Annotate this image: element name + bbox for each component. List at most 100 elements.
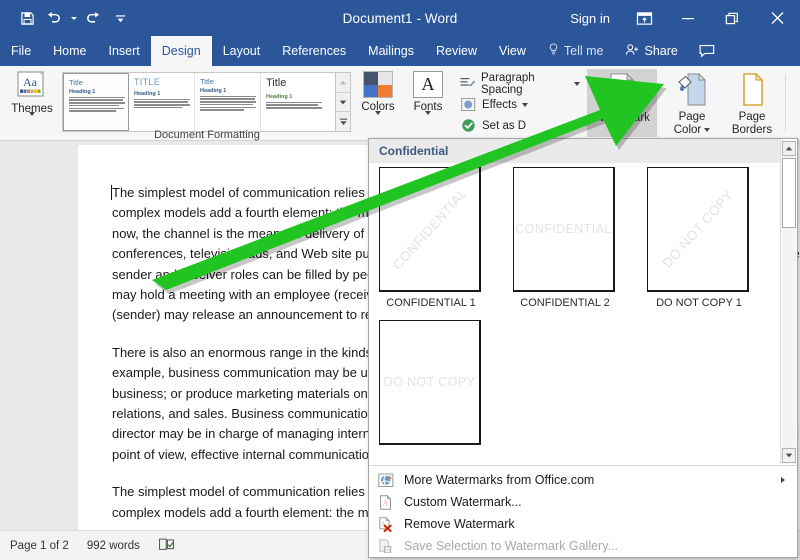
watermark-thumbnail: DO NOT COPY [379,320,481,445]
style-set-item[interactable]: TITLE Heading 1 [129,73,195,131]
themes-button[interactable]: Aa Themes [8,71,56,133]
fonts-icon: A [413,71,443,98]
tab-insert[interactable]: Insert [98,36,151,66]
ribbon-group-page-background: A Watermark Page Color Page Borders [586,66,800,143]
comments-icon[interactable] [689,36,725,66]
style-title: Title [69,78,83,87]
group-divider [785,74,786,132]
colors-button[interactable]: Colors [354,71,402,133]
share-button[interactable]: Share [614,36,688,66]
menu-item-custom-watermark[interactable]: A Custom Watermark... [369,491,797,513]
menu-item-remove-watermark[interactable]: A Remove Watermark [369,513,797,535]
watermark-gallery-item[interactable]: DO NOT COPY [379,320,513,465]
page-number-status[interactable]: Page 1 of 2 [10,540,69,552]
tell-me-box[interactable]: Tell me [537,36,615,66]
effects-dropdown-icon[interactable] [521,102,528,107]
share-person-icon [625,43,639,59]
colors-icon [363,71,393,98]
menu-item-label: Custom Watermark... [404,495,522,509]
watermark-thumbnail: CONFIDENTIAL [379,167,481,292]
style-set-item[interactable]: Title Heading 1 [195,73,261,131]
proofing-errors-icon[interactable] [158,538,175,554]
remove-watermark-icon: A [377,516,394,533]
watermark-gallery-grid: CONFIDENTIAL CONFIDENTIAL 1 CONFIDENTIAL… [369,163,781,465]
tab-design[interactable]: Design [150,36,212,66]
watermark-item-caption: DO NOT COPY 1 [656,297,742,309]
paragraph-spacing-button[interactable]: Paragraph Spacing [460,71,580,96]
page-color-icon [676,72,708,111]
menu-item-save-selection: Save Selection to Watermark Gallery... [369,535,797,557]
submenu-arrow-icon [781,477,785,483]
save-selection-icon [377,538,394,555]
watermark-gallery-item[interactable]: CONFIDENTIAL CONFIDENTIAL 1 [379,167,513,320]
watermark-gallery-menu: Confidential CONFIDENTIAL CONFIDENTIAL 1… [368,138,798,558]
restore-icon[interactable] [710,0,754,36]
word-count-status[interactable]: 992 words [87,540,140,552]
menu-item-label: Save Selection to Watermark Gallery... [404,539,618,553]
tab-layout[interactable]: Layout [212,36,272,66]
paragraph-spacing-label: Paragraph Spacing [481,71,535,96]
paragraph-spacing-icon [460,76,476,92]
ribbon-display-options-icon[interactable] [622,0,666,36]
style-set-item[interactable]: Title Heading 1 [261,73,327,131]
page-borders-label-2: Borders [731,123,773,136]
watermark-item-caption: CONFIDENTIAL 2 [520,297,610,309]
scroll-up-icon[interactable] [782,141,796,156]
menu-item-more-watermarks[interactable]: More Watermarks from Office.com [369,469,797,491]
set-as-default-button[interactable]: Set as D [460,116,526,135]
style-set-gallery[interactable]: Title Heading 1 TITLE Heading 1 Title He… [62,72,336,132]
title-bar: Document1 - Word Sign in [0,0,800,36]
page-color-button[interactable]: Page Color [663,69,721,137]
watermark-preview-text: DO NOT COPY [658,187,737,271]
page-color-dropdown-icon[interactable] [704,127,711,132]
ribbon-tabs: File Home Insert Design Layout Reference… [0,36,800,66]
ribbon-group-theme-options: Colors A Fonts Paragraph Spacing Effects [352,66,580,141]
style-body-lines [69,96,125,112]
paragraph-spacing-dropdown-icon[interactable] [574,81,580,86]
tab-references[interactable]: References [271,36,357,66]
tab-home[interactable]: Home [42,36,97,66]
close-icon[interactable] [754,0,800,36]
tell-me-label: Tell me [563,44,604,58]
watermark-category-header: Confidential [369,139,781,163]
watermark-gallery-scrollbar[interactable] [780,140,796,464]
custom-watermark-icon: A [377,494,394,511]
gallery-scroll-down-icon[interactable] [336,93,350,113]
style-heading: Heading 1 [200,88,227,94]
themes-icon: Aa [15,71,49,101]
sign-in-button[interactable]: Sign in [558,0,622,36]
gallery-scroll-up-icon[interactable] [336,73,350,93]
watermark-gallery-item[interactable]: CONFIDENTIAL CONFIDENTIAL 2 [513,167,647,320]
watermark-preview-text: DO NOT COPY [383,375,476,389]
set-as-default-label: Set as D [482,119,527,132]
watermark-gallery-item[interactable]: DO NOT COPY DO NOT COPY 1 [647,167,781,320]
effects-button[interactable]: Effects [460,95,528,114]
watermark-button[interactable]: A Watermark [587,69,657,143]
tab-view[interactable]: View [488,36,537,66]
scroll-down-icon[interactable] [782,448,796,463]
style-title: Title [200,77,214,86]
tab-review[interactable]: Review [425,36,488,66]
style-body-lines [134,98,190,109]
watermark-menu-items: More Watermarks from Office.com A Custom… [369,465,797,557]
minimize-icon[interactable] [666,0,710,36]
gallery-scrollbar[interactable] [336,72,351,132]
themes-dropdown-icon[interactable] [29,112,35,134]
page-borders-button[interactable]: Page Borders [723,69,781,137]
fonts-dropdown-icon[interactable] [425,111,431,133]
style-set-item[interactable]: Title Heading 1 [63,73,129,131]
fonts-button[interactable]: A Fonts [404,71,452,133]
menu-item-label: More Watermarks from Office.com [404,473,595,487]
page-color-label-2: Color [673,123,702,136]
page-borders-label-1: Page [738,111,766,123]
watermark-preview-text: CONFIDENTIAL [389,185,470,273]
fonts-glyph: A [421,74,435,94]
style-body-lines [266,101,323,109]
effects-label: Effects [482,98,517,111]
colors-dropdown-icon[interactable] [375,111,381,133]
style-title: Title [266,77,287,89]
tab-mailings[interactable]: Mailings [357,36,425,66]
scrollbar-thumb[interactable] [782,158,796,228]
tab-file[interactable]: File [0,36,42,66]
set-as-default-icon [460,118,477,134]
